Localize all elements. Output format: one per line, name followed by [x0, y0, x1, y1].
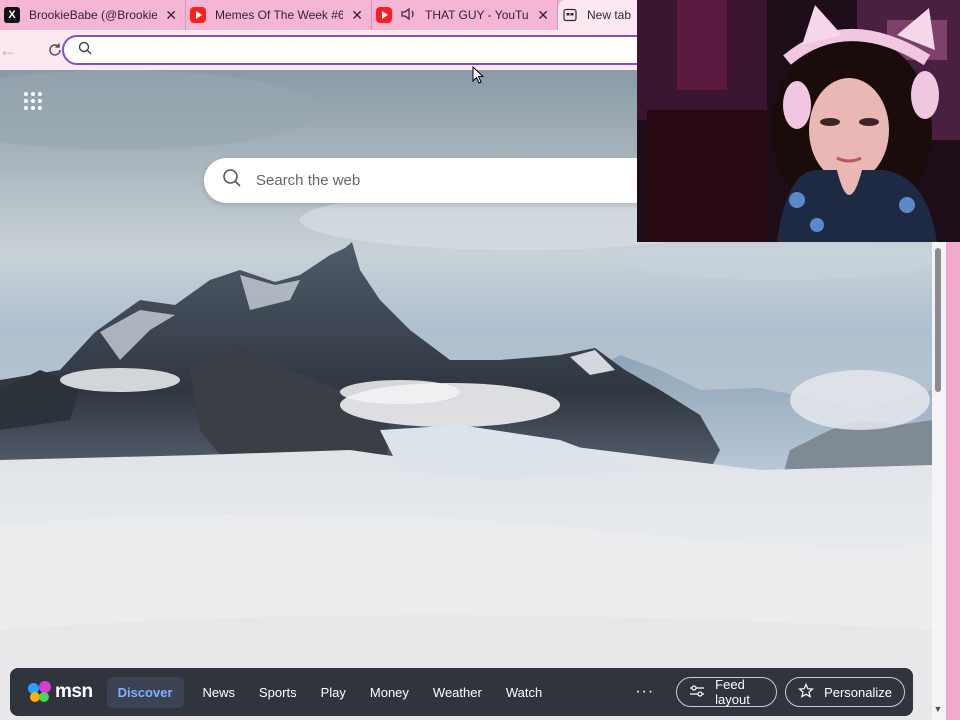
close-tab-icon[interactable]: ✕	[537, 7, 549, 24]
close-tab-icon[interactable]: ✕	[351, 7, 363, 24]
back-arrow-icon[interactable]: ←	[0, 35, 17, 65]
web-search-box[interactable]	[204, 158, 664, 203]
youtube-icon	[376, 7, 392, 23]
msn-feed-bar: msn Discover News Sports Play Money Weat…	[10, 668, 913, 716]
tab-title: Memes Of The Week #63	[215, 8, 344, 22]
app-launcher-icon[interactable]	[24, 92, 42, 110]
youtube-icon	[190, 7, 206, 23]
tab-brookiebabe[interactable]: X BrookieBabe (@Brookieba ✕	[0, 0, 186, 30]
stream-frame-border	[946, 242, 960, 720]
tab-title: BrookieBabe (@Brookieba	[29, 8, 158, 22]
tab-title: THAT GUY - YouTube	[425, 8, 529, 22]
msn-logo-text: msn	[55, 681, 93, 702]
personalize-button[interactable]: Personalize	[785, 677, 905, 707]
feed-layout-label: Feed layout	[715, 677, 750, 707]
sliders-icon	[689, 684, 705, 701]
webcam-overlay	[637, 0, 960, 242]
streamer-webcam-image	[637, 0, 960, 242]
msn-butterfly-icon	[28, 681, 52, 703]
scroll-down-arrow-icon[interactable]: ▼	[933, 704, 943, 714]
search-icon	[78, 41, 92, 60]
nav-sports[interactable]: Sports	[248, 677, 308, 708]
address-bar[interactable]	[62, 35, 702, 65]
mouse-cursor-icon	[472, 66, 484, 84]
x-logo-icon: X	[4, 7, 20, 23]
sparkle-star-icon	[798, 682, 815, 702]
nav-play[interactable]: Play	[310, 677, 357, 708]
nav-money[interactable]: Money	[359, 677, 420, 708]
tab-new-tab[interactable]: New tab	[558, 0, 648, 30]
scrollbar-thumb[interactable]	[935, 248, 941, 392]
tab-memes[interactable]: Memes Of The Week #63 ✕	[186, 0, 372, 30]
search-icon	[222, 168, 242, 193]
tab-that-guy[interactable]: THAT GUY - YouTube ✕	[372, 0, 558, 30]
nav-watch[interactable]: Watch	[495, 677, 553, 708]
msn-logo[interactable]: msn	[28, 681, 93, 703]
feed-layout-button[interactable]: Feed layout	[676, 677, 778, 707]
web-search-input[interactable]	[256, 172, 616, 189]
tab-title: New tab	[587, 8, 632, 22]
close-tab-icon[interactable]: ✕	[165, 7, 177, 24]
nav-weather[interactable]: Weather	[422, 677, 493, 708]
personalize-label: Personalize	[824, 684, 892, 700]
newtab-icon	[562, 7, 578, 23]
more-options-button[interactable]: ···	[635, 683, 654, 701]
address-input[interactable]	[100, 42, 700, 58]
nav-news[interactable]: News	[192, 677, 247, 708]
nav-discover[interactable]: Discover	[106, 676, 184, 708]
speaker-icon[interactable]	[401, 7, 417, 24]
